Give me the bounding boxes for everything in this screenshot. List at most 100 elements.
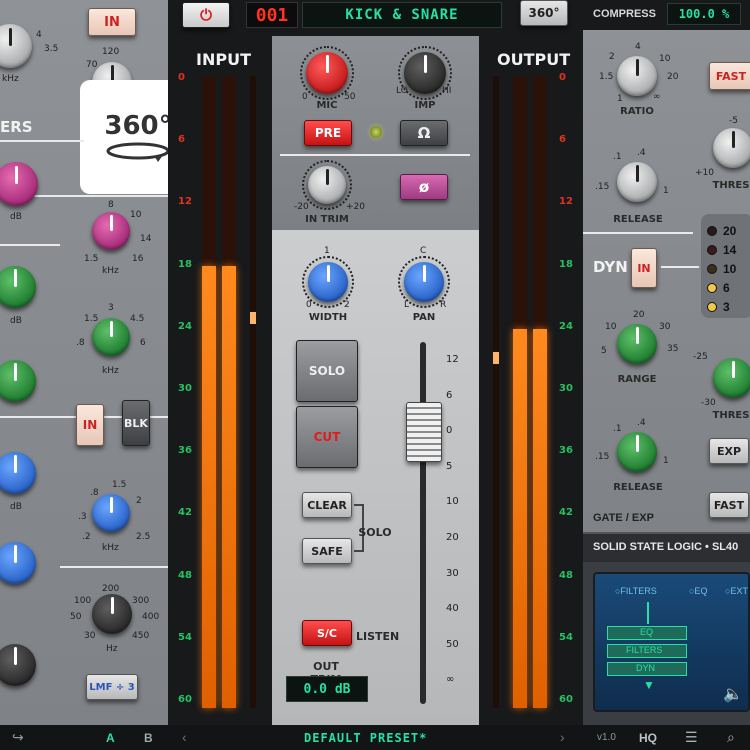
release-scale: .1	[613, 152, 622, 162]
width-label: WIDTH	[308, 312, 348, 323]
sc-button[interactable]: S/C	[302, 620, 352, 646]
release-scale: 1	[663, 186, 669, 196]
lf-freq-knob[interactable]	[92, 594, 132, 634]
hf-freq-knob[interactable]	[0, 24, 32, 68]
gr-led	[707, 244, 717, 255]
out-trim-display[interactable]: 0.0 dB	[286, 676, 368, 702]
omega-button[interactable]: Ω	[400, 120, 448, 146]
output-title: OUTPUT	[497, 50, 571, 69]
routing-item-eq-label: EQ	[640, 627, 654, 637]
knob-scale: 8	[108, 200, 114, 210]
routing-item-filters-label: FILTERS	[626, 645, 663, 655]
gr-led	[707, 301, 717, 312]
power-button[interactable]: ⏻	[182, 2, 230, 28]
lmf-freq-knob[interactable]	[92, 494, 130, 532]
preset-number: 001	[255, 4, 289, 26]
width-knob[interactable]	[308, 262, 348, 302]
knob-scale: 3.5	[44, 44, 59, 54]
routing-item-filters[interactable]: FILTERS	[607, 644, 687, 658]
meter-scale-tick: 54	[178, 631, 192, 643]
fader-handle[interactable]	[406, 402, 442, 462]
solo-button[interactable]: SOLO	[296, 340, 358, 402]
next-preset-icon[interactable]: ›	[560, 729, 565, 745]
impedance-knob[interactable]	[404, 52, 446, 94]
knob-scale: .3	[78, 512, 87, 522]
range-knob[interactable]	[617, 324, 657, 364]
routing-ext-header[interactable]: ○EXT	[725, 586, 748, 596]
hq-toggle[interactable]: HQ	[639, 731, 657, 745]
gr-led-row: 14	[707, 241, 736, 259]
knob-scale: .8	[76, 338, 85, 348]
clear-button[interactable]: CLEAR	[302, 492, 352, 518]
zoom-icon[interactable]: ⌕	[727, 729, 735, 746]
in-trim-knob[interactable]	[308, 166, 346, 204]
hf-gain-knob[interactable]	[0, 162, 38, 206]
mic-gain-knob[interactable]	[306, 52, 348, 94]
knob-scale: 120	[102, 47, 120, 57]
meter-scale-tick: 6	[178, 134, 185, 146]
gate-fast-button[interactable]: FAST	[709, 492, 749, 518]
routing-item-eq[interactable]: EQ	[607, 626, 687, 640]
redo-icon[interactable]: ↪	[12, 729, 24, 746]
ratio-knob[interactable]	[617, 56, 657, 96]
safe-button[interactable]: SAFE	[302, 538, 352, 564]
cut-button[interactable]: CUT	[296, 406, 358, 468]
lmf-gain-knob-2[interactable]	[0, 452, 36, 494]
prev-preset-icon[interactable]: ‹	[182, 729, 187, 745]
meter-scale-tick: 30	[178, 383, 192, 394]
knob-scale: .8	[90, 488, 99, 498]
fast-attack-button[interactable]: FAST	[709, 62, 750, 90]
in-button[interactable]: IN	[88, 8, 136, 36]
in-trim-scale-max: +20	[346, 202, 365, 212]
imp-scale-hi: HI	[442, 86, 452, 96]
gate-threshold-knob[interactable]	[713, 358, 750, 398]
compress-label: COMPRESS	[593, 8, 656, 20]
phase-button[interactable]: ø	[400, 174, 448, 200]
preset-b-button[interactable]: B	[144, 731, 153, 745]
blk-button[interactable]: BLK	[122, 400, 150, 446]
brand-label: SOLID STATE LOGIC • SL40	[593, 541, 739, 553]
thresh2-label: THRES	[712, 410, 750, 421]
eq-in-button[interactable]: IN	[76, 404, 104, 446]
hmf-gain-knob[interactable]	[0, 266, 36, 308]
gr-led-label: 20	[723, 224, 737, 238]
knob-scale: 2	[136, 496, 142, 506]
dyn-in-button[interactable]: IN	[631, 248, 657, 288]
routing-output-arrow: ▼	[643, 678, 655, 692]
lf-gain-knob[interactable]	[0, 542, 36, 584]
exp-button[interactable]: EXP	[709, 438, 749, 464]
fader-scale-tick: 10	[446, 496, 459, 508]
compress-display[interactable]: 100.0 %	[667, 3, 741, 25]
gr-led-label: 3	[723, 300, 730, 314]
comp-threshold-knob[interactable]	[713, 128, 750, 168]
hf-freq-knob-2[interactable]	[92, 212, 130, 250]
speaker-icon[interactable]: 🔈	[723, 684, 743, 704]
input-peak-marker	[250, 312, 256, 324]
preset-number-display[interactable]: 001	[246, 2, 298, 28]
lf-gain-knob[interactable]	[0, 644, 36, 686]
settings-sliders-icon[interactable]: ☰	[685, 729, 698, 746]
lmf-gain-knob[interactable]	[0, 360, 36, 402]
knob-scale: .2	[82, 532, 91, 542]
preset-a-button[interactable]: A	[106, 731, 115, 745]
release2-scale: .1	[613, 424, 622, 434]
ratio-scale: 10	[659, 54, 671, 64]
routing-panel: ○FILTERS ○EQ ○EXT EQ FILTERS DYN ▼ 🔈	[583, 562, 750, 725]
routing-filters-header[interactable]: ○FILTERS	[615, 586, 657, 596]
view-360-button[interactable]: 360°	[520, 0, 568, 26]
bottom-preset-name[interactable]: DEFAULT PRESET*	[304, 731, 427, 745]
fader-scale-tick: ∞	[446, 674, 455, 686]
gate-release-knob[interactable]	[617, 432, 657, 472]
pre-button[interactable]: PRE	[304, 120, 352, 146]
pan-knob[interactable]	[404, 262, 444, 302]
preset-name-display[interactable]: KICK & SNARE	[302, 2, 502, 28]
lmf-div3-button[interactable]: LMF ÷ 3	[86, 674, 138, 700]
in-trim-label: IN TRIM	[305, 214, 349, 225]
knob-scale: 450	[132, 631, 150, 641]
routing-eq-header[interactable]: ○EQ	[689, 586, 707, 596]
routing-item-dyn[interactable]: DYN	[607, 662, 687, 676]
knob-scale: 1.5	[84, 254, 99, 264]
divider	[661, 266, 699, 268]
comp-release-knob[interactable]	[617, 162, 657, 202]
ratio-scale: ∞	[653, 92, 661, 102]
